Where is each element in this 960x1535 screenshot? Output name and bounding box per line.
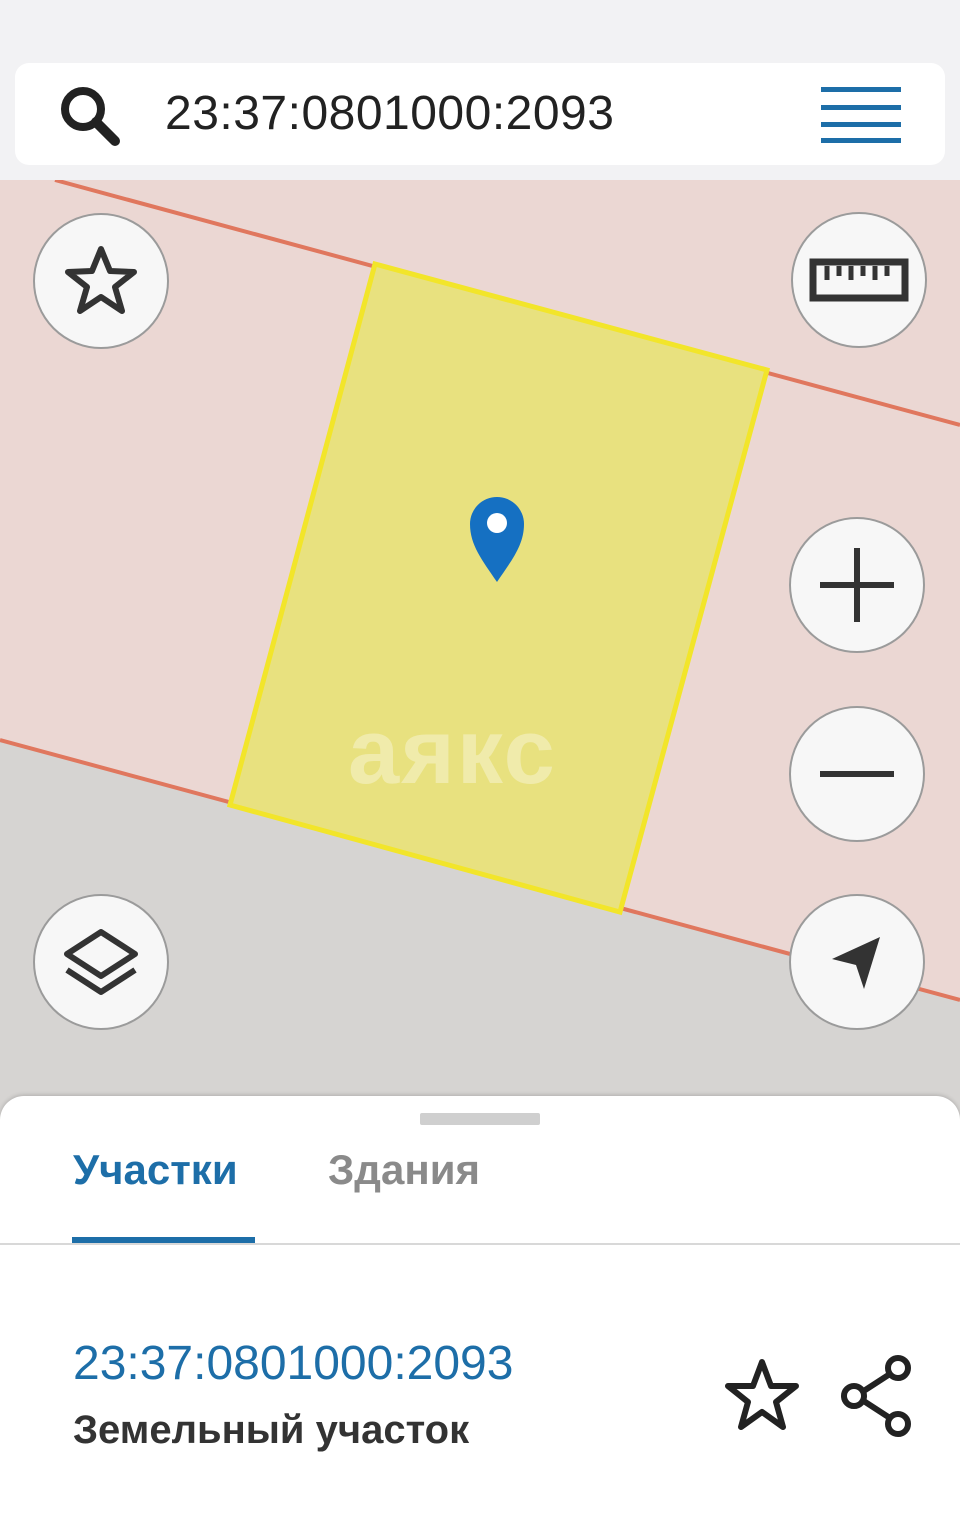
menu-icon[interactable] (821, 87, 901, 143)
layers-button[interactable] (33, 894, 169, 1030)
tab-plots[interactable]: Участки (73, 1146, 238, 1194)
bottom-sheet[interactable]: Участки Здания 23:37:0801000:2093 Земель… (0, 1096, 960, 1535)
parcel-type-label: Земельный участок (73, 1408, 470, 1452)
tab-buildings[interactable]: Здания (328, 1146, 480, 1194)
watermark: аякс (348, 701, 557, 803)
parcel-number-link[interactable]: 23:37:0801000:2093 (73, 1336, 513, 1391)
minus-icon (820, 771, 894, 777)
top-bar-area: 23:37:0801000:2093 (0, 0, 960, 180)
ruler-icon (809, 258, 909, 302)
star-icon[interactable] (722, 1356, 802, 1436)
favorite-map-button[interactable] (33, 213, 169, 349)
my-location-button[interactable] (789, 894, 925, 1030)
layers-icon (64, 929, 138, 995)
zoom-in-button[interactable] (789, 517, 925, 653)
map-view[interactable]: аякс (0, 180, 960, 1140)
navigation-arrow-icon (832, 937, 880, 989)
plus-icon (820, 548, 894, 622)
tabs-divider (0, 1243, 960, 1245)
zoom-out-button[interactable] (789, 706, 925, 842)
search-input[interactable]: 23:37:0801000:2093 (165, 63, 614, 165)
star-icon (65, 246, 137, 314)
search-bar[interactable]: 23:37:0801000:2093 (15, 63, 945, 165)
sheet-drag-handle[interactable] (420, 1113, 540, 1125)
share-icon[interactable] (836, 1354, 916, 1438)
search-icon[interactable] (55, 81, 125, 151)
ruler-button[interactable] (791, 212, 927, 348)
